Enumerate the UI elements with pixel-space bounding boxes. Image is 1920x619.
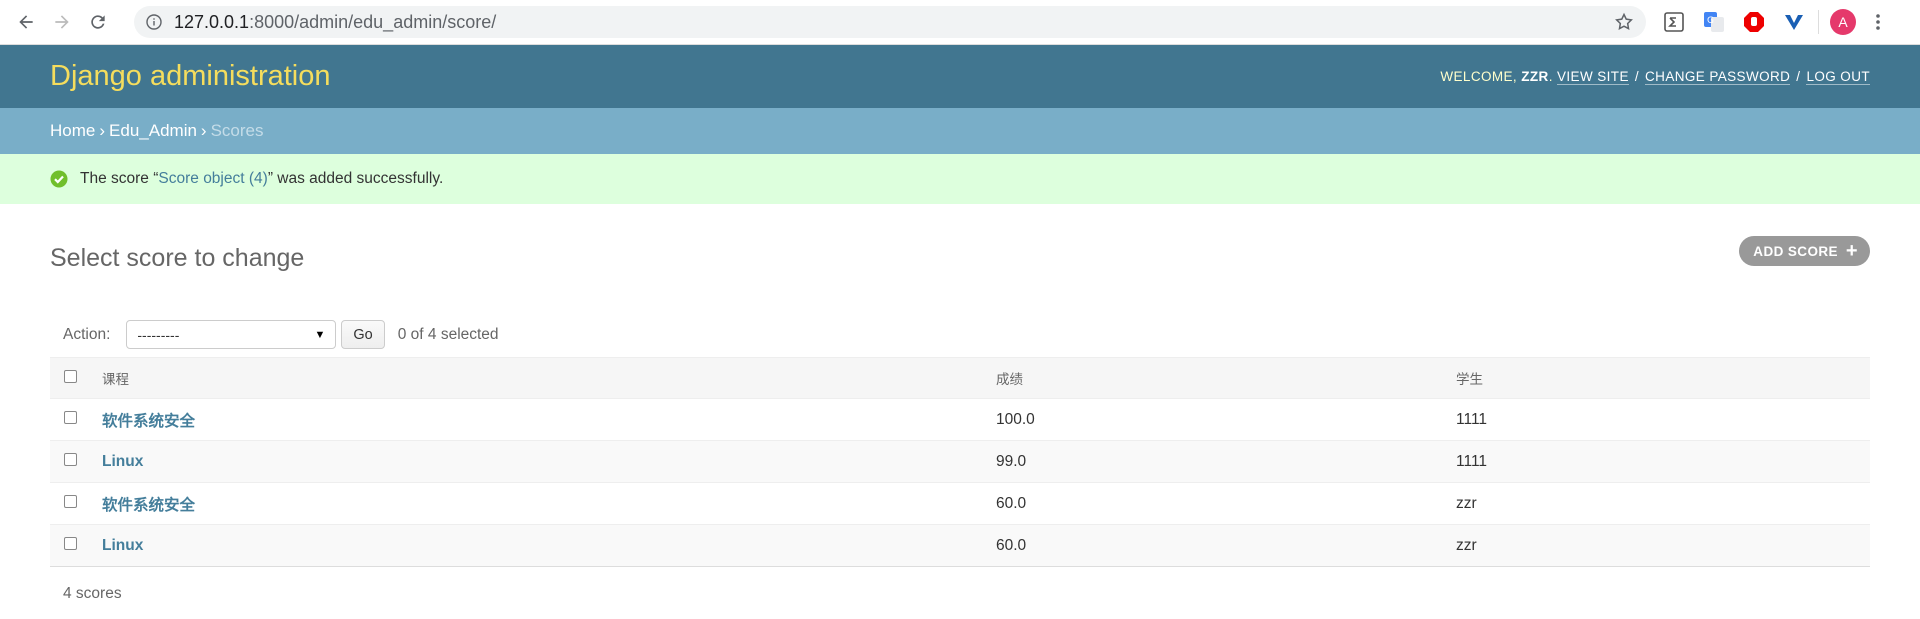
- svg-text:G: G: [1707, 16, 1714, 26]
- add-score-label: ADD SCORE: [1753, 243, 1838, 259]
- row-checkbox[interactable]: [64, 410, 77, 424]
- extension-formula-icon[interactable]: [1654, 4, 1694, 40]
- kebab-menu-icon[interactable]: [1863, 4, 1893, 40]
- plus-icon: +: [1845, 239, 1858, 262]
- breadcrumb-current: Scores: [210, 121, 264, 140]
- change-password-link[interactable]: Change password: [1645, 69, 1791, 85]
- select-all-checkbox[interactable]: [64, 370, 77, 383]
- browser-toolbar: 127.0.0.1:8000/admin/edu_admin/score/ G …: [0, 0, 1920, 45]
- address-bar[interactable]: 127.0.0.1:8000/admin/edu_admin/score/: [134, 6, 1646, 38]
- site-header: Django administration Welcome, zzr. View…: [0, 45, 1920, 108]
- student-cell: zzr: [1456, 524, 1870, 567]
- breadcrumb: Home › Edu_Admin › Scores: [0, 108, 1920, 154]
- breadcrumb-separator: ›: [99, 121, 106, 140]
- score-cell: 99.0: [996, 440, 1456, 483]
- avatar: A: [1830, 9, 1856, 35]
- add-score-button[interactable]: ADD SCORE +: [1739, 236, 1870, 266]
- bookmark-star-icon[interactable]: [1614, 12, 1634, 32]
- paginator: 4 scores: [50, 567, 1870, 619]
- action-select[interactable]: --------- ▼: [126, 320, 337, 349]
- course-link[interactable]: 软件系统安全: [102, 497, 195, 514]
- row-checkbox-cell: [50, 482, 102, 525]
- column-header-student[interactable]: 学生: [1456, 357, 1870, 399]
- row-checkbox[interactable]: [64, 494, 77, 508]
- row-checkbox-cell: [50, 398, 102, 441]
- student-cell: 1111: [1456, 440, 1870, 483]
- log-out-link[interactable]: Log out: [1806, 69, 1870, 85]
- user-tools: Welcome, zzr. View site / Change password /…: [1440, 69, 1870, 85]
- results-table: 课程 成绩 学生 软件系统安全 100.0 1111 Linux 99.0 11…: [50, 357, 1870, 567]
- table-row: 软件系统安全 100.0 1111: [50, 398, 1870, 441]
- row-checkbox[interactable]: [64, 536, 77, 550]
- course-link[interactable]: Linux: [102, 453, 143, 470]
- course-link[interactable]: Linux: [102, 537, 143, 554]
- message-object-link[interactable]: Score object (4): [158, 170, 267, 188]
- selection-counter: 0 of 4 selected: [397, 325, 499, 343]
- breadcrumb-separator: ›: [200, 121, 207, 140]
- table-header-row: 课程 成绩 学生: [50, 357, 1870, 399]
- course-cell: Linux: [102, 524, 996, 567]
- student-cell: zzr: [1456, 482, 1870, 525]
- url-text: 127.0.0.1:8000/admin/edu_admin/score/: [174, 11, 497, 32]
- translate-extension-icon[interactable]: G: [1694, 4, 1734, 40]
- success-message: The score “Score object (4)” was added s…: [0, 154, 1920, 204]
- go-button[interactable]: Go: [341, 320, 385, 349]
- table-row: Linux 60.0 zzr: [50, 524, 1870, 567]
- reload-icon[interactable]: [80, 4, 116, 40]
- score-cell: 100.0: [996, 398, 1456, 441]
- toolbar-separator: [1818, 10, 1819, 34]
- welcome-text: Welcome,: [1440, 69, 1518, 84]
- message-suffix: ” was added successfully.: [267, 170, 444, 187]
- breadcrumb-app[interactable]: Edu_Admin: [109, 121, 197, 141]
- title-row: Select score to change ADD SCORE +: [50, 204, 1870, 312]
- action-label: Action:: [63, 325, 111, 343]
- adblock-extension-icon[interactable]: [1734, 4, 1774, 40]
- course-cell: 软件系统安全: [102, 398, 996, 441]
- back-icon[interactable]: [8, 4, 44, 40]
- username: zzr: [1521, 69, 1549, 84]
- select-all-cell: [50, 357, 102, 399]
- action-selected-value: ---------: [137, 326, 180, 343]
- site-branding[interactable]: Django administration: [50, 60, 330, 93]
- breadcrumb-home[interactable]: Home: [50, 121, 95, 141]
- view-site-link[interactable]: View site: [1557, 69, 1629, 85]
- message-prefix: The score “: [80, 170, 159, 187]
- table-row: 软件系统安全 60.0 zzr: [50, 482, 1870, 525]
- row-checkbox[interactable]: [64, 452, 77, 466]
- student-cell: 1111: [1456, 398, 1870, 441]
- row-checkbox-cell: [50, 524, 102, 567]
- actions-bar: Action: --------- ▼ Go 0 of 4 selected: [50, 312, 1870, 357]
- profile-avatar[interactable]: A: [1823, 4, 1863, 40]
- v-extension-icon[interactable]: [1774, 4, 1814, 40]
- course-link[interactable]: 软件系统安全: [102, 413, 195, 430]
- main-content: Select score to change ADD SCORE + Actio…: [0, 204, 1920, 619]
- success-check-icon: [50, 170, 68, 188]
- course-cell: 软件系统安全: [102, 482, 996, 525]
- course-cell: Linux: [102, 440, 996, 483]
- score-cell: 60.0: [996, 524, 1456, 567]
- info-icon[interactable]: [146, 14, 162, 30]
- column-header-score[interactable]: 成绩: [996, 357, 1456, 399]
- table-row: Linux 99.0 1111: [50, 440, 1870, 483]
- column-header-course[interactable]: 课程: [102, 357, 996, 399]
- score-cell: 60.0: [996, 482, 1456, 525]
- row-checkbox-cell: [50, 440, 102, 483]
- forward-icon[interactable]: [44, 4, 80, 40]
- page-title: Select score to change: [50, 243, 305, 272]
- dropdown-arrow-icon: ▼: [314, 328, 326, 341]
